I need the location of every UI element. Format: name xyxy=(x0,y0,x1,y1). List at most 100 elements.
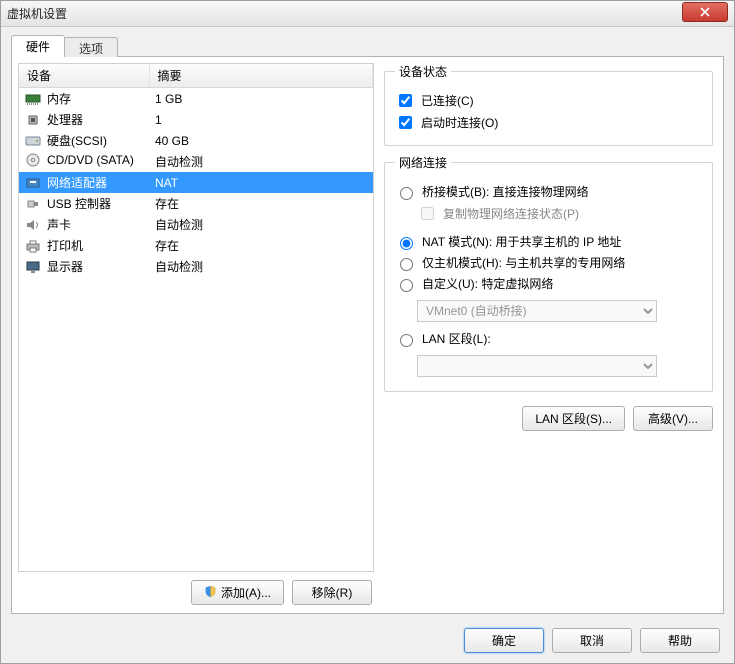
summary-cell: 存在 xyxy=(149,193,373,214)
advanced-button[interactable]: 高级(V)... xyxy=(633,406,713,431)
add-button[interactable]: 添加(A)... xyxy=(191,580,284,605)
table-row[interactable]: 处理器 1 xyxy=(19,109,373,130)
nat-radio[interactable] xyxy=(400,237,413,250)
device-label: 硬盘(SCSI) xyxy=(47,132,107,149)
table-row[interactable]: 硬盘(SCSI) 40 GB xyxy=(19,130,373,151)
summary-cell: 自动检测 xyxy=(149,151,373,172)
table-row[interactable]: 网络适配器 NAT xyxy=(19,172,373,193)
device-label: USB 控制器 xyxy=(47,195,111,212)
remove-button[interactable]: 移除(R) xyxy=(292,580,372,605)
connect-at-poweron-label: 启动时连接(O) xyxy=(421,114,498,131)
summary-cell: 1 GB xyxy=(149,88,373,110)
table-row[interactable]: 声卡 自动检测 xyxy=(19,214,373,235)
right-panel: 设备状态 已连接(C) 启动时连接(O) 网络连接 桥接模式(B): 直接连接物 xyxy=(374,63,717,607)
device-cell: 显示器 xyxy=(19,256,149,277)
ok-button[interactable]: 确定 xyxy=(464,628,544,653)
connected-label: 已连接(C) xyxy=(421,92,474,109)
device-table: 设备 摘要 内存1 GB处理器1硬盘(SCSI)40 GBCD/DVD (SAT… xyxy=(19,64,373,277)
device-cell: 声卡 xyxy=(19,214,149,235)
custom-vnet-combo: VMnet0 (自动桥接) xyxy=(417,300,657,322)
summary-cell: 自动检测 xyxy=(149,214,373,235)
tab-options[interactable]: 选项 xyxy=(64,37,118,57)
summary-cell: NAT xyxy=(149,172,373,193)
lan-segment-row[interactable]: LAN 区段(L): xyxy=(395,330,702,347)
connect-at-poweron-row[interactable]: 启动时连接(O) xyxy=(395,113,702,132)
replicate-row: 复制物理网络连接状态(P) xyxy=(417,204,702,223)
lan-segment-combo xyxy=(417,355,657,377)
hostonly-row[interactable]: 仅主机模式(H): 与主机共享的专用网络 xyxy=(395,254,702,271)
replicate-checkbox xyxy=(421,207,434,220)
tab-strip: 硬件 选项 xyxy=(11,35,724,57)
right-buttons: LAN 区段(S)... 高级(V)... xyxy=(384,406,713,431)
hostonly-radio[interactable] xyxy=(400,258,413,271)
network-connection-group: 网络连接 桥接模式(B): 直接连接物理网络 复制物理网络连接状态(P) NAT… xyxy=(384,154,713,392)
dialog-footer: 确定 取消 帮助 xyxy=(1,620,734,663)
device-table-wrap: 设备 摘要 内存1 GB处理器1硬盘(SCSI)40 GBCD/DVD (SAT… xyxy=(18,63,374,572)
device-cell: USB 控制器 xyxy=(19,193,149,214)
summary-cell: 1 xyxy=(149,109,373,130)
connect-at-poweron-checkbox[interactable] xyxy=(399,116,412,129)
nat-label: NAT 模式(N): 用于共享主机的 IP 地址 xyxy=(422,233,621,250)
custom-label: 自定义(U): 特定虚拟网络 xyxy=(422,275,553,292)
col-device[interactable]: 设备 xyxy=(19,64,149,88)
nic-icon xyxy=(25,176,41,190)
connected-row[interactable]: 已连接(C) xyxy=(395,91,702,110)
usb-icon xyxy=(25,197,41,211)
device-cell: 网络适配器 xyxy=(19,172,149,193)
memory-icon xyxy=(25,92,41,106)
summary-cell: 40 GB xyxy=(149,130,373,151)
bridged-radio[interactable] xyxy=(400,187,413,200)
device-label: CD/DVD (SATA) xyxy=(47,153,134,167)
device-cell: 硬盘(SCSI) xyxy=(19,130,149,151)
left-panel: 设备 摘要 内存1 GB处理器1硬盘(SCSI)40 GBCD/DVD (SAT… xyxy=(18,63,374,607)
table-row[interactable]: 内存 1 GB xyxy=(19,88,373,110)
table-row[interactable]: 显示器 自动检测 xyxy=(19,256,373,277)
close-button[interactable] xyxy=(682,2,728,22)
vm-settings-window: 虚拟机设置 硬件 选项 设备 摘要 xyxy=(0,0,735,664)
device-state-legend: 设备状态 xyxy=(395,63,451,80)
custom-radio[interactable] xyxy=(400,279,413,292)
display-icon xyxy=(25,260,41,274)
custom-row[interactable]: 自定义(U): 特定虚拟网络 xyxy=(395,275,702,292)
connected-checkbox[interactable] xyxy=(399,94,412,107)
device-cell: 处理器 xyxy=(19,109,149,130)
cancel-button[interactable]: 取消 xyxy=(552,628,632,653)
device-label: 网络适配器 xyxy=(47,174,107,191)
device-state-group: 设备状态 已连接(C) 启动时连接(O) xyxy=(384,63,713,146)
cd-icon xyxy=(25,153,41,167)
tab-hardware[interactable]: 硬件 xyxy=(11,35,65,57)
table-row[interactable]: USB 控制器 存在 xyxy=(19,193,373,214)
bridged-row[interactable]: 桥接模式(B): 直接连接物理网络 xyxy=(395,183,702,200)
device-cell: 内存 xyxy=(19,88,149,109)
device-label: 声卡 xyxy=(47,216,71,233)
replicate-label: 复制物理网络连接状态(P) xyxy=(443,205,579,222)
device-cell: 打印机 xyxy=(19,235,149,256)
nat-row[interactable]: NAT 模式(N): 用于共享主机的 IP 地址 xyxy=(395,233,702,250)
device-label: 打印机 xyxy=(47,237,83,254)
summary-cell: 存在 xyxy=(149,235,373,256)
lan-segment-label: LAN 区段(L): xyxy=(422,330,491,347)
device-label: 显示器 xyxy=(47,258,83,275)
network-legend: 网络连接 xyxy=(395,154,451,171)
lan-segment-radio[interactable] xyxy=(400,334,413,347)
device-label: 处理器 xyxy=(47,111,83,128)
table-row[interactable]: CD/DVD (SATA) 自动检测 xyxy=(19,151,373,172)
summary-cell: 自动检测 xyxy=(149,256,373,277)
hostonly-label: 仅主机模式(H): 与主机共享的专用网络 xyxy=(422,254,625,271)
device-cell: CD/DVD (SATA) xyxy=(19,151,149,169)
bridged-label: 桥接模式(B): 直接连接物理网络 xyxy=(422,183,589,200)
sound-icon xyxy=(25,218,41,232)
lan-segments-button[interactable]: LAN 区段(S)... xyxy=(522,406,625,431)
printer-icon xyxy=(25,239,41,253)
window-title: 虚拟机设置 xyxy=(7,5,682,22)
cpu-icon xyxy=(25,113,41,127)
col-summary[interactable]: 摘要 xyxy=(149,64,373,88)
device-label: 内存 xyxy=(47,90,71,107)
left-buttons: 添加(A)... 移除(R) xyxy=(18,572,374,607)
help-button[interactable]: 帮助 xyxy=(640,628,720,653)
content-area: 硬件 选项 设备 摘要 内存1 GB处理器1硬盘(SCSI)40 GBCD/DV… xyxy=(1,27,734,620)
titlebar: 虚拟机设置 xyxy=(1,1,734,27)
tab-body: 设备 摘要 内存1 GB处理器1硬盘(SCSI)40 GBCD/DVD (SAT… xyxy=(11,56,724,614)
disk-icon xyxy=(25,134,41,148)
table-row[interactable]: 打印机 存在 xyxy=(19,235,373,256)
